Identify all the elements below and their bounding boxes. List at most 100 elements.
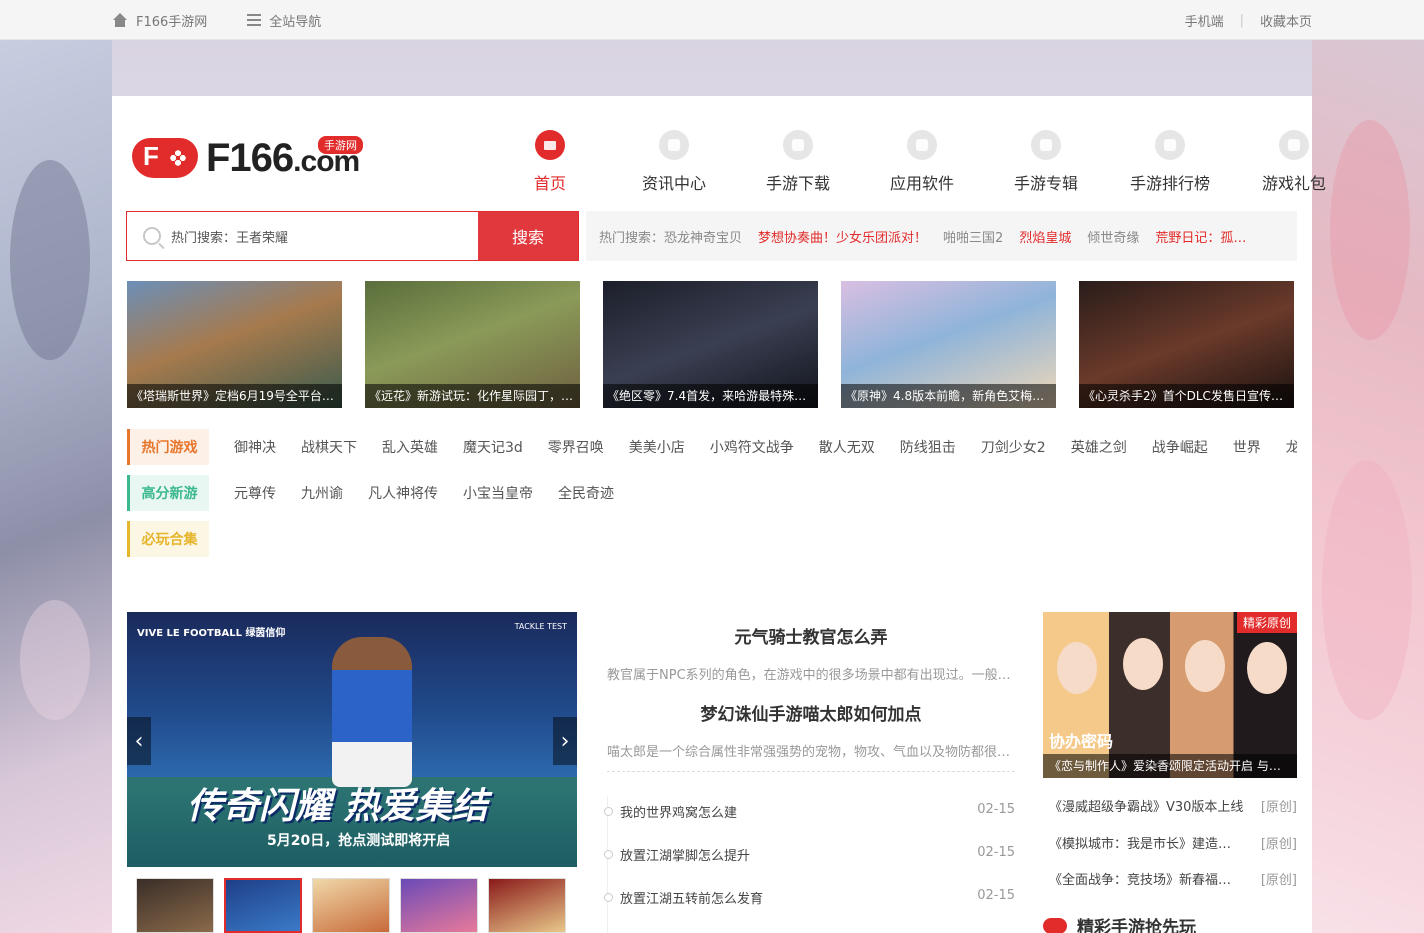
top-bar: F166手游网 全站导航 手机端 | 收藏本页	[0, 0, 1424, 40]
nav-news[interactable]: 资讯中心	[612, 130, 736, 194]
game-tag[interactable]: 美美小店	[629, 437, 685, 457]
featured-article[interactable]: 梦幻诛仙手游喵太郎如何加点 喵太郎是一个综合属性非常强强势的宠物，物攻、气血以及…	[607, 700, 1015, 760]
news-thumbnail[interactable]: 《绝区零》7.4首发，来哈游最特殊的新作	[603, 281, 818, 408]
original-tag: [原创]	[1260, 837, 1297, 852]
game-tag[interactable]: 魔天记3d	[463, 437, 523, 457]
hot-search-item[interactable]: 梦想协奏曲！少女乐团派对！	[758, 227, 927, 246]
site-home-link[interactable]: F166手游网	[112, 11, 207, 30]
nav-ranking[interactable]: 手游排行榜	[1108, 130, 1232, 194]
must-play-label: 必玩合集	[127, 521, 209, 557]
site-logo[interactable]: F166.com 手游网	[132, 132, 372, 186]
game-tag[interactable]: 凡人神将传	[368, 483, 438, 503]
bookmark-link[interactable]: 收藏本页	[1260, 11, 1312, 30]
game-tag[interactable]: 小宝当皇帝	[463, 483, 533, 503]
nav-albums[interactable]: 手游专辑	[984, 130, 1108, 194]
robe-art-right	[1322, 460, 1412, 720]
featured-article[interactable]: 元气骑士教官怎么弄 教官属于NPC系列的角色，在游戏中的很多场景中都有出现过。一…	[607, 623, 1015, 683]
new-games-row: 高分新游 元尊传 九州谕 凡人神将传 小宝当皇帝 全民奇迹	[127, 475, 1297, 511]
image-overlay-text: 协办密码	[1049, 732, 1114, 751]
article-title[interactable]: 元气骑士教官怎么弄	[607, 623, 1015, 648]
gamepad-icon	[132, 138, 198, 178]
original-article-title[interactable]: 《模拟城市：我是市长》建造新版本	[1049, 833, 1244, 852]
list-item-title[interactable]: 我的世界鸡窝怎么建	[620, 802, 737, 821]
original-feature-image[interactable]: 精彩原创 协办密码 《恋与制作人》爱染香颂限定活动开启 与他共度浪漫	[1043, 612, 1297, 778]
crown-icon	[1155, 130, 1185, 160]
site-nav-link[interactable]: 全站导航	[247, 11, 321, 30]
game-tag[interactable]: 零界召唤	[548, 437, 604, 457]
original-article-item[interactable]: 《全面战争：竞技场》新春福利来袭 [原创]	[1049, 869, 1297, 888]
list-item-title[interactable]: 放置江湖五转前怎么发育	[620, 888, 763, 907]
gift-icon	[1279, 130, 1309, 160]
slider-thumbnail[interactable]	[488, 878, 566, 933]
search-icon	[143, 227, 161, 245]
list-item[interactable]: 放置江湖掌脚怎么提升 02-15	[604, 845, 1015, 864]
nav-apps[interactable]: 应用软件	[860, 130, 984, 194]
flower-art-left	[20, 600, 90, 720]
game-tag[interactable]: 御神决	[234, 437, 276, 457]
list-item[interactable]: 我的世界鸡窝怎么建 02-15	[604, 802, 1015, 821]
character-art-left	[10, 160, 90, 360]
hot-search-item[interactable]: 啪啪三国2	[943, 227, 1003, 246]
original-tag: [原创]	[1260, 800, 1297, 815]
game-tag[interactable]: 元尊传	[234, 483, 276, 503]
slider-thumbnails	[136, 878, 566, 933]
news-thumbnail[interactable]: 《心灵杀手2》首个DLC发售日宣传片公布	[1079, 281, 1294, 408]
original-article-title[interactable]: 《漫威超级争霸战》V30版本上线	[1049, 796, 1244, 815]
thumbnail-caption: 《远花》新游试玩：化作星际园丁，努力种植	[365, 384, 580, 408]
nav-gifts[interactable]: 游戏礼包	[1232, 130, 1356, 194]
list-item-title[interactable]: 放置江湖掌脚怎么提升	[620, 845, 750, 864]
featured-thumbnails: 《塔瑞斯世界》定档6月19号全平台上线 《远花》新游试玩：化作星际园丁，努力种植…	[127, 281, 1294, 408]
original-article-title[interactable]: 《全面战争：竞技场》新春福利来袭	[1049, 869, 1244, 888]
game-tag[interactable]: 龙	[1286, 437, 1297, 457]
character-face	[1123, 638, 1163, 690]
game-tag[interactable]: 九州谕	[301, 483, 343, 503]
game-tag[interactable]: 乱入英雄	[382, 437, 438, 457]
game-tag[interactable]: 全民奇迹	[558, 483, 614, 503]
banner-headline: 传奇闪耀 热爱集结	[187, 786, 488, 827]
article-title[interactable]: 梦幻诛仙手游喵太郎如何加点	[607, 700, 1015, 725]
slider-thumbnail[interactable]	[312, 878, 390, 933]
divider	[607, 771, 1015, 772]
nav-home[interactable]: 首页	[488, 130, 612, 194]
game-tag[interactable]: 小鸡符文战争	[710, 437, 794, 457]
thumbnail-caption: 《绝区零》7.4首发，来哈游最特殊的新作	[603, 384, 818, 408]
slider-prev-button[interactable]: ‹	[127, 717, 151, 765]
hot-search-item[interactable]: 倾世奇缘	[1087, 227, 1139, 246]
slider-thumbnail[interactable]	[400, 878, 478, 933]
original-article-item[interactable]: 《漫威超级争霸战》V30版本上线 [原创]	[1049, 796, 1297, 815]
background-art-left	[0, 40, 112, 933]
game-tag[interactable]: 战争崛起	[1152, 437, 1208, 457]
slider-next-button[interactable]: ›	[553, 717, 577, 765]
nav-games[interactable]: 手游下载	[736, 130, 860, 194]
game-tag[interactable]: 英雄之剑	[1071, 437, 1127, 457]
slider-thumbnail[interactable]	[136, 878, 214, 933]
site-nav-label: 全站导航	[269, 14, 322, 30]
list-item[interactable]: 放置江湖五转前怎么发育 02-15	[604, 888, 1015, 907]
topbar-separator: |	[1239, 12, 1244, 28]
game-tag[interactable]: 世界	[1233, 437, 1261, 457]
news-icon	[659, 130, 689, 160]
game-tag[interactable]: 战棋天下	[301, 437, 357, 457]
list-item-date: 02-15	[977, 888, 1015, 903]
box-icon	[907, 130, 937, 160]
game-tag[interactable]: 刀剑少女2	[981, 437, 1046, 457]
search-button[interactable]: 搜索	[478, 212, 578, 260]
hot-search-item[interactable]: 荒野日记：孤岛生存	[1155, 227, 1255, 246]
search-input[interactable]: 热门搜索：王者荣耀	[127, 212, 478, 260]
main-nav: 首页 资讯中心 手游下载 应用软件 手游专辑 手游排行榜 游戏礼包	[488, 130, 1356, 194]
news-thumbnail[interactable]: 《原神》4.8版本前瞻，新角色艾梅莉埃	[841, 281, 1056, 408]
game-tag[interactable]: 防线狙击	[900, 437, 956, 457]
original-article-item[interactable]: 《模拟城市：我是市长》建造新版本 [原创]	[1049, 833, 1297, 852]
feature-caption: 《恋与制作人》爱染香颂限定活动开启 与他共度浪漫	[1043, 754, 1297, 778]
game-tag[interactable]: 散人无双	[819, 437, 875, 457]
site-name: F166手游网	[136, 14, 208, 30]
mobile-link[interactable]: 手机端	[1185, 11, 1224, 30]
hot-games-row: 热门游戏 御神决 战棋天下 乱入英雄 魔天记3d 零界召唤 美美小店 小鸡符文战…	[127, 429, 1297, 465]
news-thumbnail[interactable]: 《远花》新游试玩：化作星际园丁，努力种植	[365, 281, 580, 408]
banner-slider[interactable]: VIVE LE FOOTBALL 绿茵信仰 TACKLE TEST 传奇闪耀 热…	[127, 612, 577, 867]
slider-thumbnail[interactable]	[224, 878, 302, 933]
hot-search-item[interactable]: 热门搜索：恐龙神奇宝贝	[599, 227, 742, 246]
news-thumbnail[interactable]: 《塔瑞斯世界》定档6月19号全平台上线	[127, 281, 342, 408]
character-face	[1185, 640, 1225, 692]
hot-search-item[interactable]: 烈焰皇城	[1019, 227, 1071, 246]
